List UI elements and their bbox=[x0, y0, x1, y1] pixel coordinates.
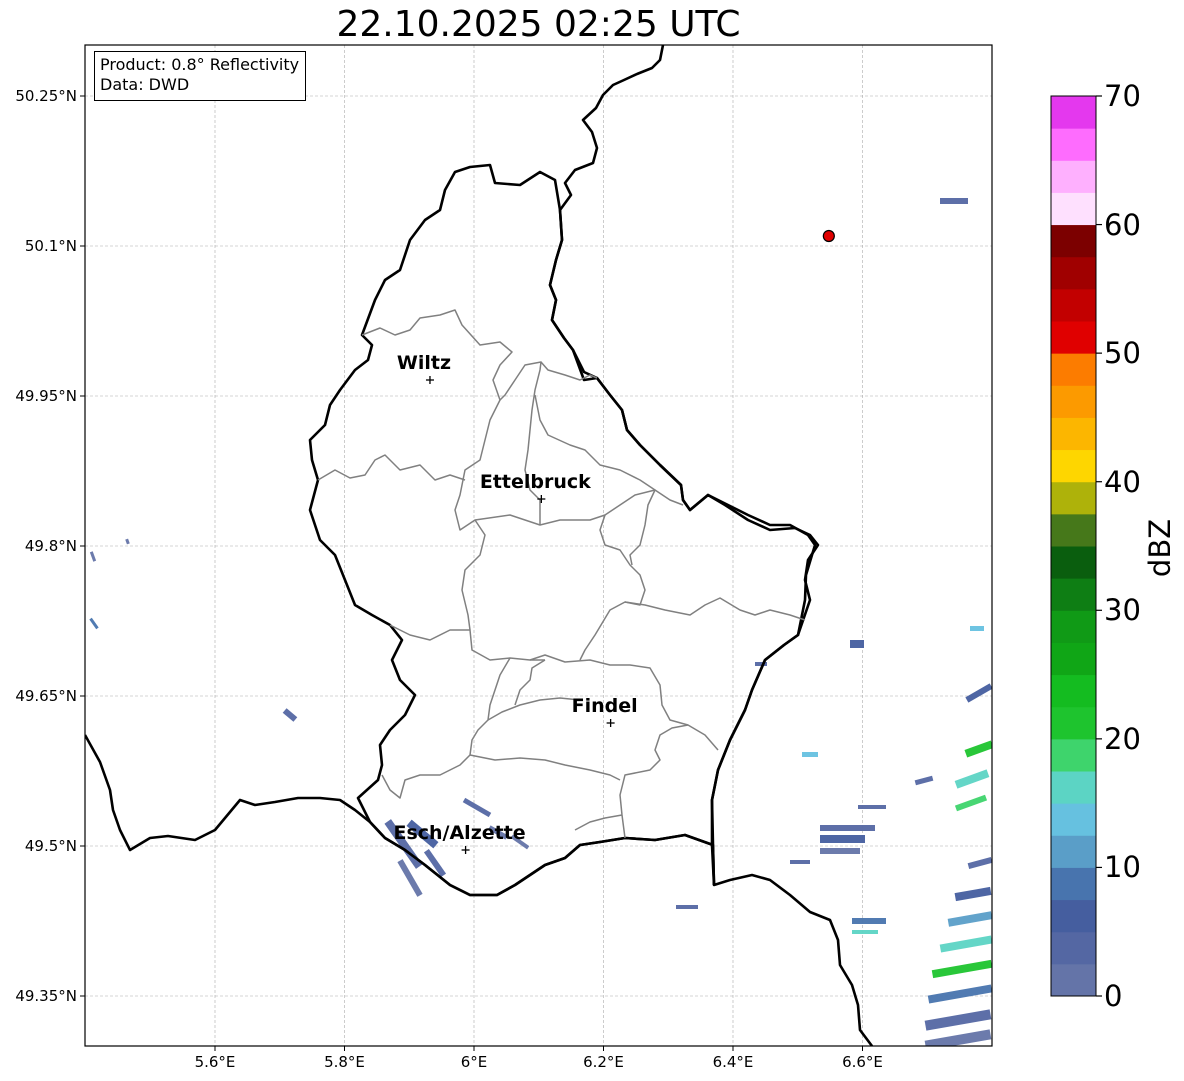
plot-frame bbox=[84, 44, 993, 1047]
colorbar-tick-label: 60 bbox=[1104, 207, 1141, 242]
colorbar-segment bbox=[1051, 417, 1096, 451]
colorbar-tick-label: 50 bbox=[1104, 336, 1141, 371]
colorbar-segment bbox=[1051, 803, 1096, 836]
radar-echo bbox=[89, 617, 99, 630]
colorbar-segment bbox=[1051, 674, 1096, 708]
colorbar-segment bbox=[1051, 546, 1096, 579]
colorbar-tick-label: 40 bbox=[1104, 464, 1141, 499]
map-figure bbox=[80, 44, 1102, 1051]
colorbar-segment bbox=[1051, 128, 1096, 161]
colorbar-segment bbox=[1051, 931, 1096, 965]
radar-echo bbox=[852, 930, 878, 934]
colorbar-label: dBZ bbox=[1143, 518, 1177, 578]
colorbar-tick-label: 0 bbox=[1104, 979, 1123, 1013]
colorbar-segment bbox=[1051, 899, 1096, 933]
colorbar-segment bbox=[1051, 706, 1096, 740]
radar-echo bbox=[914, 775, 934, 786]
colorbar-segment bbox=[1051, 192, 1096, 226]
lat-tick-label: 49.35°N bbox=[15, 987, 77, 1005]
city-label: Findel bbox=[571, 695, 638, 717]
radar-echo bbox=[964, 740, 992, 758]
radar-echo bbox=[947, 911, 992, 927]
lon-tick-label: 5.8°E bbox=[324, 1053, 365, 1071]
colorbar-segment bbox=[1051, 610, 1096, 643]
grid-lines bbox=[85, 45, 992, 1046]
radar-echo bbox=[282, 708, 298, 722]
radar-echo bbox=[89, 551, 97, 562]
radar-echo bbox=[802, 752, 818, 757]
data-source-label: Data: DWD bbox=[100, 75, 190, 94]
radar-site-dot bbox=[822, 229, 835, 243]
colorbar-segment bbox=[1051, 256, 1096, 290]
colorbar-tick-label: 20 bbox=[1104, 721, 1141, 756]
colorbar-segment bbox=[1051, 578, 1096, 611]
lat-tick-label: 49.95°N bbox=[15, 387, 77, 405]
lon-tick-label: 6.2°E bbox=[583, 1053, 624, 1071]
radar-echo bbox=[850, 640, 864, 648]
radar-site-marker bbox=[822, 229, 835, 243]
colorbar bbox=[1050, 95, 1102, 997]
radar-echo bbox=[954, 794, 988, 812]
radar-echo bbox=[954, 769, 990, 789]
lat-tick-label: 49.8°N bbox=[24, 537, 77, 555]
radar-echo bbox=[939, 935, 992, 953]
lat-tick-label: 50.1°N bbox=[24, 237, 77, 255]
colorbar-tick-label: 30 bbox=[1104, 593, 1141, 628]
product-info-box: Product: 0.8° Reflectivity Data: DWD bbox=[94, 51, 307, 101]
colorbar-segment bbox=[1051, 513, 1096, 547]
radar-echo bbox=[820, 825, 875, 831]
colorbar-segment bbox=[1051, 96, 1096, 129]
colorbar-segment bbox=[1051, 385, 1096, 418]
radar-echoes bbox=[89, 198, 992, 1046]
radar-echo bbox=[676, 905, 698, 909]
colorbar-segment bbox=[1051, 353, 1096, 386]
radar-echo bbox=[970, 626, 984, 631]
radar-echo bbox=[927, 984, 992, 1004]
lat-tick-label: 50.25°N bbox=[15, 87, 77, 105]
colorbar-segment bbox=[1051, 224, 1096, 258]
radar-echo bbox=[967, 856, 992, 870]
colorbar-segment bbox=[1051, 867, 1096, 901]
lon-tick-label: 6.6°E bbox=[842, 1053, 883, 1071]
colorbar-segment bbox=[1051, 963, 1096, 997]
radar-echo bbox=[790, 860, 810, 864]
product-label: Product: 0.8° Reflectivity bbox=[100, 55, 300, 74]
radar-echo bbox=[820, 848, 860, 854]
colorbar-segment bbox=[1051, 288, 1096, 322]
radar-echo bbox=[858, 805, 886, 809]
colorbar-segment bbox=[1051, 481, 1096, 515]
country-border bbox=[308, 163, 817, 897]
tick-marks bbox=[80, 95, 863, 1051]
city-markers bbox=[425, 376, 615, 854]
lat-tick-label: 49.5°N bbox=[24, 837, 77, 855]
country-border bbox=[548, 45, 874, 1046]
lon-tick-label: 5.6°E bbox=[194, 1053, 236, 1071]
radar-echo bbox=[852, 918, 886, 924]
radar-echo bbox=[462, 797, 492, 818]
radar-echo bbox=[820, 835, 865, 843]
lat-tick-label: 49.65°N bbox=[15, 687, 77, 705]
colorbar-segment bbox=[1051, 160, 1096, 193]
lon-tick-label: 6°E bbox=[460, 1053, 488, 1071]
colorbar-tick-label: 10 bbox=[1104, 850, 1141, 885]
colorbar-tick-label: 70 bbox=[1104, 79, 1141, 113]
radar-echo bbox=[954, 886, 992, 902]
radar-echo bbox=[924, 1029, 992, 1046]
radar-echo bbox=[940, 198, 968, 204]
lon-tick-label: 6.4°E bbox=[712, 1053, 754, 1071]
city-label: Esch/Alzette bbox=[393, 822, 526, 844]
colorbar-segment bbox=[1051, 738, 1096, 772]
colorbar-segment bbox=[1051, 321, 1096, 354]
colorbar-segment bbox=[1051, 771, 1096, 804]
colorbar-segment bbox=[1051, 835, 1096, 868]
radar-echo bbox=[924, 1009, 992, 1031]
canton-boundaries bbox=[317, 309, 806, 839]
radar-echo bbox=[931, 959, 992, 979]
colorbar-segment bbox=[1051, 449, 1096, 483]
city-label: Ettelbruck bbox=[479, 471, 591, 493]
city-label: Wiltz bbox=[396, 352, 452, 374]
colorbar-segment bbox=[1051, 642, 1096, 676]
radar-echo bbox=[125, 538, 130, 545]
radar-echo bbox=[965, 683, 992, 703]
